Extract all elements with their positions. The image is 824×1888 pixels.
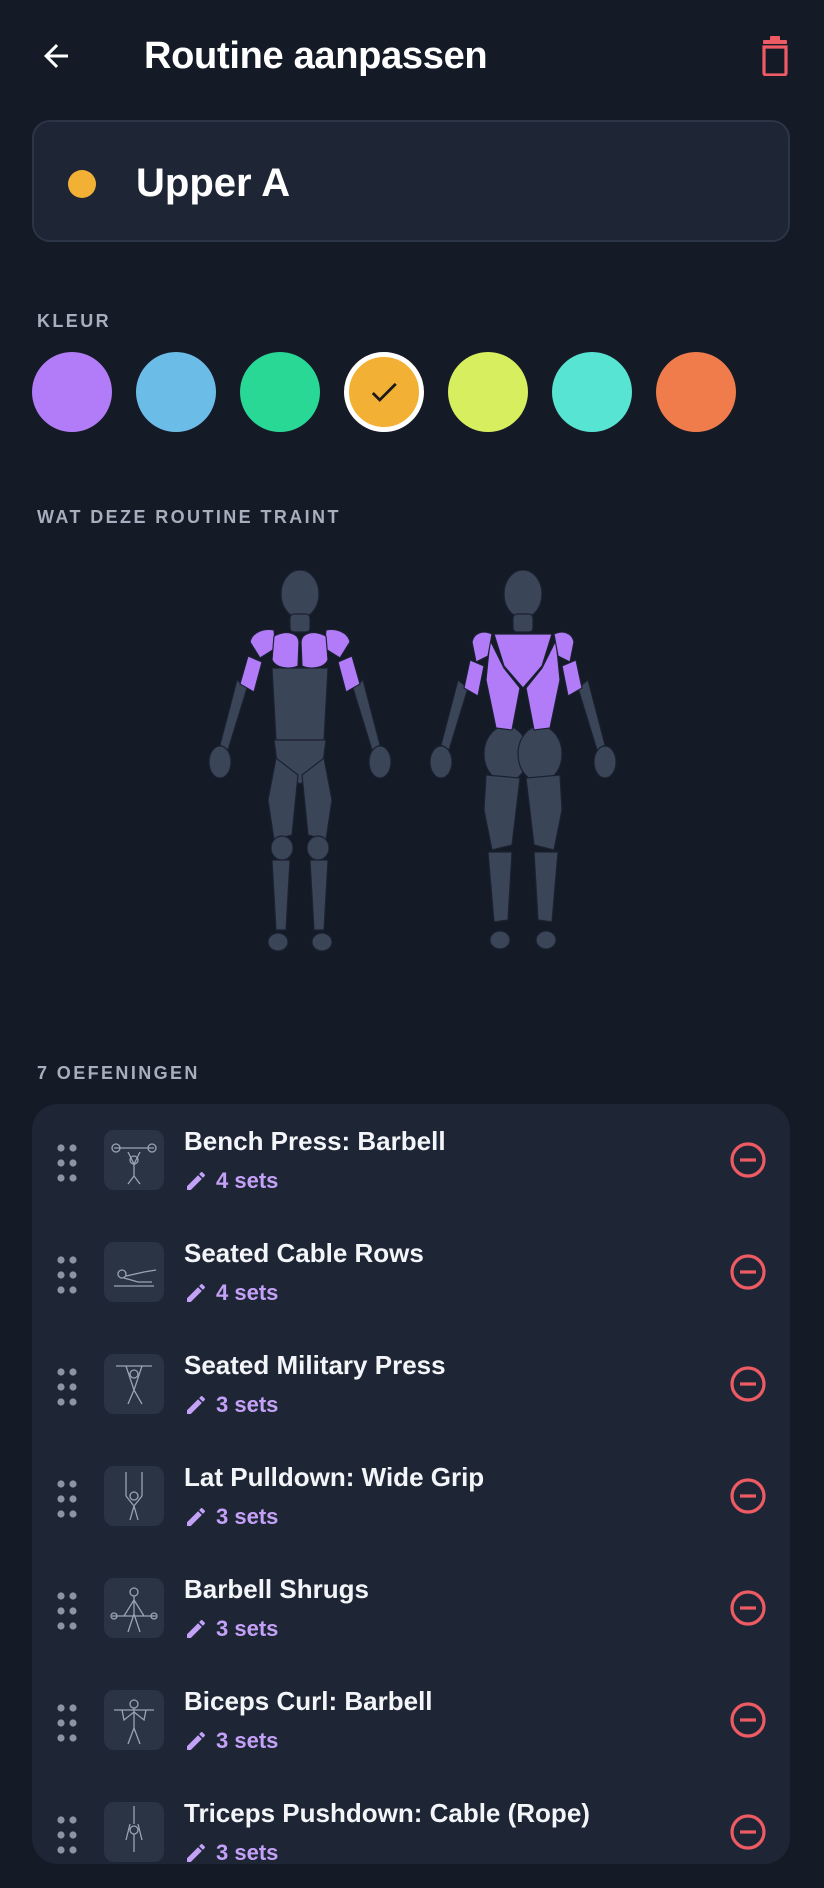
exercise-thumbnail <box>104 1578 164 1638</box>
exercise-row[interactable]: Bench Press: Barbell 4 sets <box>32 1104 790 1216</box>
color-swatch-yellow[interactable] <box>344 352 424 432</box>
edit-sets-button[interactable]: 3 sets <box>184 1502 278 1532</box>
delete-routine-button[interactable] <box>752 32 798 80</box>
app-bar: Routine aanpassen <box>0 0 824 112</box>
drag-handle-icon[interactable] <box>56 1366 78 1408</box>
edit-sets-button[interactable]: 4 sets <box>184 1278 278 1308</box>
edit-sets-button[interactable]: 3 sets <box>184 1390 278 1420</box>
sets-count: 3 sets <box>216 1504 279 1529</box>
check-icon <box>371 382 397 402</box>
back-button[interactable] <box>34 30 78 82</box>
exercise-thumbnail <box>104 1690 164 1750</box>
drag-handle-icon[interactable] <box>56 1254 78 1296</box>
exercise-name: Lat Pulldown: Wide Grip <box>184 1462 485 1492</box>
drag-handle-icon[interactable] <box>56 1590 78 1632</box>
exercise-name: Seated Cable Rows <box>184 1238 424 1268</box>
remove-circle-icon[interactable] <box>724 1248 772 1296</box>
exercise-row[interactable]: Biceps Curl: Barbell 3 sets <box>32 1664 790 1776</box>
edit-sets-button[interactable]: 3 sets <box>184 1838 278 1868</box>
remove-circle-icon[interactable] <box>724 1136 772 1184</box>
color-swatch-purple[interactable] <box>32 352 112 432</box>
exercises-section-label: 7 OEFENINGEN <box>37 1063 200 1083</box>
exercise-thumbnail <box>104 1466 164 1526</box>
remove-circle-icon[interactable] <box>724 1360 772 1408</box>
exercise-name: Barbell Shrugs <box>184 1574 369 1604</box>
muscles-section-label: WAT DEZE ROUTINE TRAINT <box>37 507 341 527</box>
sets-count: 4 sets <box>216 1280 279 1305</box>
pencil-icon <box>187 1731 206 1750</box>
exercise-name: Seated Military Press <box>184 1350 446 1380</box>
routine-name-input[interactable] <box>136 158 736 208</box>
pencil-icon <box>187 1619 206 1638</box>
drag-handle-icon[interactable] <box>56 1702 78 1744</box>
exercise-row[interactable]: Barbell Shrugs 3 sets <box>32 1552 790 1664</box>
color-swatch-blue[interactable] <box>136 352 216 432</box>
exercise-row[interactable]: Triceps Pushdown: Cable (Rope) 3 sets <box>32 1776 790 1888</box>
exercise-list: Bench Press: Barbell 4 sets Seated Cable… <box>32 1104 790 1865</box>
routine-color-dot <box>68 170 96 198</box>
exercise-name: Triceps Pushdown: Cable (Rope) <box>184 1798 590 1828</box>
page-title: Routine aanpassen <box>144 35 488 77</box>
color-swatch-teal[interactable] <box>552 352 632 432</box>
exercise-thumbnail <box>104 1354 164 1414</box>
drag-handle-icon[interactable] <box>56 1478 78 1520</box>
exercise-row[interactable]: Seated Cable Rows 4 sets <box>32 1216 790 1328</box>
edit-sets-button[interactable]: 3 sets <box>184 1726 278 1756</box>
remove-circle-icon[interactable] <box>724 1584 772 1632</box>
sets-count: 3 sets <box>216 1616 279 1641</box>
routine-name-card <box>32 120 790 242</box>
color-swatch-lime[interactable] <box>448 352 528 432</box>
pencil-icon <box>187 1283 206 1302</box>
exercise-thumbnail <box>104 1130 164 1190</box>
back-body-figure <box>429 569 617 950</box>
exercise-row[interactable]: Seated Military Press 3 sets <box>32 1328 790 1440</box>
exercise-name: Biceps Curl: Barbell <box>184 1686 433 1716</box>
remove-circle-icon[interactable] <box>724 1808 772 1856</box>
sets-count: 4 sets <box>216 1168 279 1193</box>
exercise-thumbnail <box>104 1242 164 1302</box>
edit-sets-button[interactable]: 4 sets <box>184 1166 278 1196</box>
edit-sets-button[interactable]: 3 sets <box>184 1614 278 1644</box>
pencil-icon <box>187 1507 206 1526</box>
exercise-name: Bench Press: Barbell <box>184 1126 446 1156</box>
sets-count: 3 sets <box>216 1392 279 1417</box>
arrow-left-icon <box>44 44 68 68</box>
color-swatch-orange[interactable] <box>656 352 736 432</box>
color-swatch-green[interactable] <box>240 352 320 432</box>
pencil-icon <box>187 1395 206 1414</box>
muscle-body-map <box>190 569 640 960</box>
pencil-icon <box>187 1171 206 1190</box>
sets-count: 3 sets <box>216 1728 279 1753</box>
front-body-figure <box>208 569 392 952</box>
trash-icon <box>762 36 788 76</box>
remove-circle-icon[interactable] <box>724 1696 772 1744</box>
drag-handle-icon[interactable] <box>56 1142 78 1184</box>
drag-handle-icon[interactable] <box>56 1814 78 1856</box>
exercise-row[interactable]: Lat Pulldown: Wide Grip 3 sets <box>32 1440 790 1552</box>
pencil-icon <box>187 1843 206 1862</box>
exercise-thumbnail <box>104 1802 164 1862</box>
sets-count: 3 sets <box>216 1840 279 1865</box>
remove-circle-icon[interactable] <box>724 1472 772 1520</box>
color-section-label: KLEUR <box>37 311 111 331</box>
